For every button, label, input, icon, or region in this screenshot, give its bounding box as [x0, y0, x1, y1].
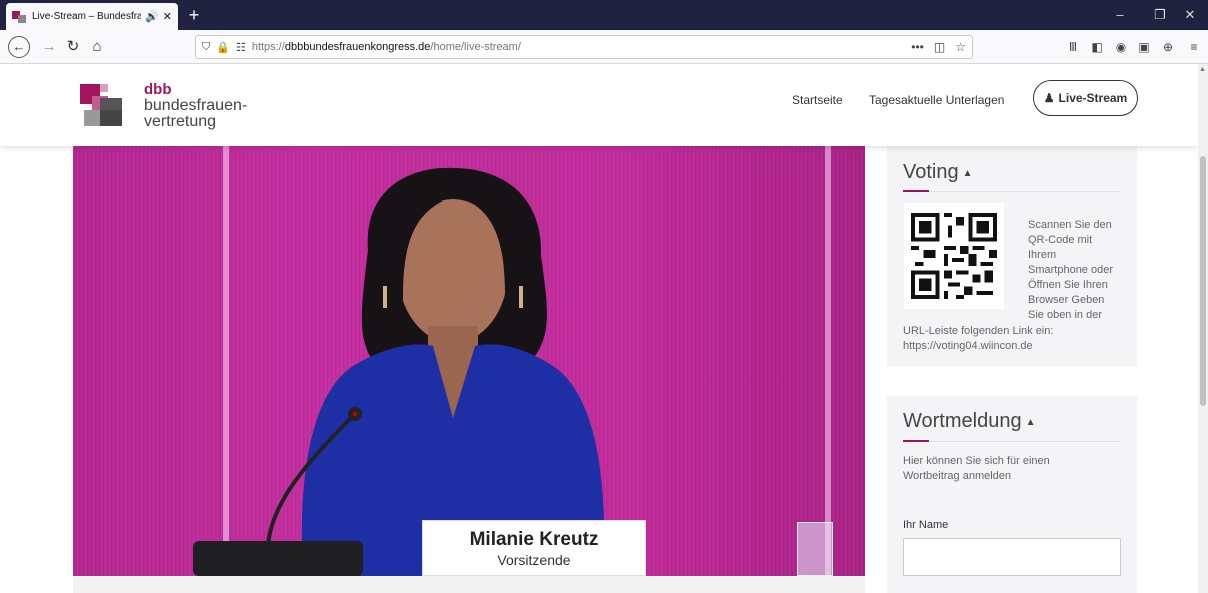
minimize-icon[interactable]: –	[1100, 0, 1140, 30]
divider	[903, 441, 1121, 442]
name-input[interactable]	[903, 538, 1121, 576]
address-bar[interactable]: ⛉ 🔒 ☷ https://dbbbundesfrauenkongress.de…	[195, 35, 973, 59]
pocket-icon[interactable]: ◫	[934, 40, 945, 54]
new-tab-button[interactable]: +	[183, 4, 205, 26]
caret-up-icon: ▲	[1025, 417, 1036, 429]
logo-line-bundesfrauen: bundesfrauen-	[144, 97, 248, 114]
forward-arrow-icon[interactable]: →	[38, 36, 60, 58]
qr-code-icon	[911, 213, 997, 299]
divider	[903, 191, 1121, 192]
browser-tab-active[interactable]: Live-Stream – Bundesfrauen 🔊 ✕	[6, 3, 178, 30]
browser-titlebar: Live-Stream – Bundesfrauen 🔊 ✕ + – ❐ ✕	[0, 0, 1208, 30]
accent-bar	[903, 440, 929, 442]
scrollbar-thumb[interactable]	[1200, 156, 1206, 406]
url-text: https://dbbbundesfrauenkongress.de/home/…	[251, 41, 521, 53]
dbb-logo-icon[interactable]	[80, 84, 122, 126]
nav-tagesaktuelle-unterlagen[interactable]: Tagesaktuelle Unterlagen	[869, 86, 1004, 114]
site-header: dbb bundesfrauen- vertretung Startseite …	[0, 64, 1198, 146]
reload-icon[interactable]: ↻	[62, 36, 84, 58]
nav-startseite[interactable]: Startseite	[792, 86, 843, 114]
voting-title: Voting	[903, 161, 959, 183]
library-icon[interactable]: Ⅲ	[1065, 39, 1081, 55]
shield-icon[interactable]: ⛉	[202, 41, 210, 54]
stage-pillar	[825, 146, 831, 576]
qr-code	[904, 203, 1004, 309]
voting-link[interactable]: https://voting04.wiincon.de	[903, 339, 1128, 354]
live-stream-label: Live-Stream	[1058, 91, 1128, 105]
voting-panel: Voting ▲ Scannen Sie den QR-Code mit Ihr…	[887, 146, 1137, 366]
account-icon[interactable]: ◉	[1113, 39, 1129, 55]
wortmeldung-title: Wortmeldung	[903, 410, 1022, 432]
lock-icon[interactable]: 🔒	[216, 41, 230, 54]
back-arrow-icon[interactable]: ←	[8, 36, 30, 58]
live-stream-button[interactable]: ♟ Live-Stream	[1033, 80, 1138, 116]
page-actions-icon[interactable]: •••	[911, 40, 924, 54]
wortmeldung-panel: Wortmeldung ▲ Hier können Sie sich für ei…	[887, 396, 1137, 593]
speaker-name: Milanie Kreutz	[469, 529, 599, 550]
wortmeldung-header[interactable]: Wortmeldung ▲	[903, 409, 1035, 433]
logo-line-dbb: dbb	[144, 81, 172, 98]
permissions-icon[interactable]: ☷	[236, 41, 246, 54]
tab-close-icon[interactable]: ✕	[163, 10, 172, 23]
voting-instructions-side: Scannen Sie den QR-Code mit Ihrem Smartp…	[1028, 219, 1113, 321]
browser-navbar: ← → ↻ ⌂ ⛉ 🔒 ☷ https://dbbbundesfrauenkon…	[0, 30, 1208, 64]
tab-title: Live-Stream – Bundesfrauen	[32, 11, 142, 22]
scroll-up-icon[interactable]: ▲	[1199, 66, 1206, 73]
microphone	[193, 407, 363, 576]
logo-line-vertretung: vertretung	[144, 113, 217, 130]
speaker-role: Vorsitzende	[497, 552, 571, 568]
wortmeldung-description: Hier können Sie sich für einen Wortbeitr…	[903, 455, 1050, 482]
bookmark-star-icon[interactable]: ☆	[955, 40, 966, 54]
voting-header[interactable]: Voting ▲	[903, 160, 973, 184]
name-label: Ihr Name	[903, 519, 949, 531]
zoom-icon[interactable]: ⊕	[1160, 39, 1176, 55]
sidebar-icon[interactable]: ◧	[1089, 39, 1105, 55]
voting-instructions-bottom: URL-Leiste folgenden Link ein: https://v…	[903, 324, 1128, 354]
speaker-icon[interactable]: 🔊	[145, 10, 159, 23]
web-page: dbb bundesfrauen- vertretung Startseite …	[0, 64, 1198, 593]
window-close-icon[interactable]: ✕	[1170, 0, 1208, 30]
site-favicon-icon	[12, 10, 26, 23]
logo-wordmark[interactable]: dbb bundesfrauen- vertretung	[144, 82, 247, 130]
accent-bar	[903, 190, 929, 192]
extension-icon[interactable]: ▣	[1136, 39, 1152, 55]
user-icon: ♟	[1043, 91, 1055, 105]
page-scrollbar[interactable]: ▲	[1198, 64, 1208, 593]
home-icon[interactable]: ⌂	[86, 36, 108, 58]
live-video-player[interactable]: Milanie Kreutz Vorsitzende	[73, 146, 865, 576]
water-glass	[797, 522, 833, 576]
caret-up-icon: ▲	[962, 168, 973, 180]
speaker-name-card: Milanie Kreutz Vorsitzende	[422, 520, 646, 576]
menu-icon[interactable]: ≡	[1186, 39, 1202, 55]
